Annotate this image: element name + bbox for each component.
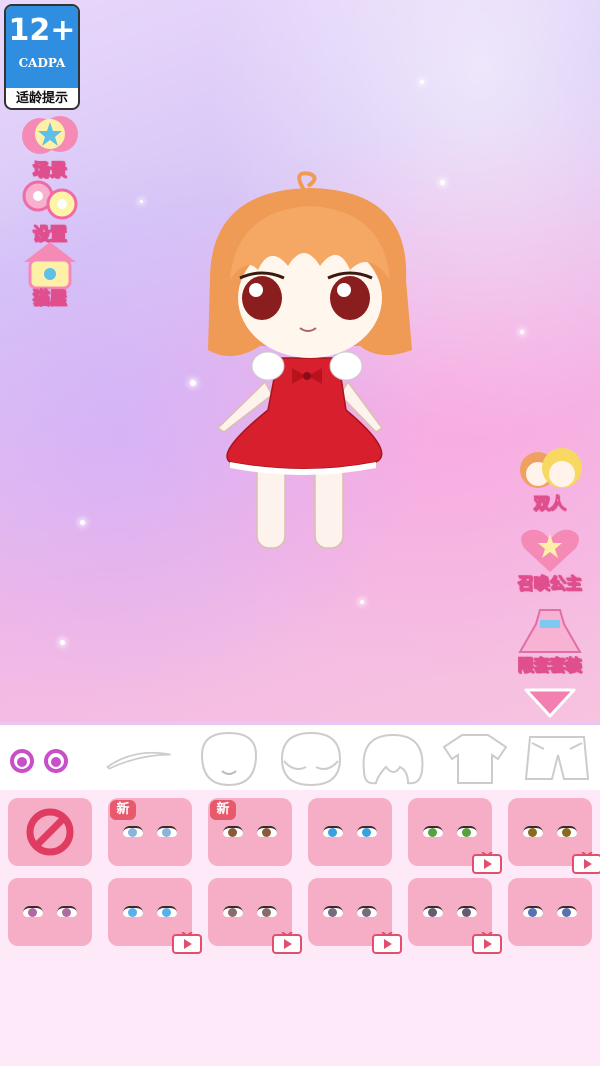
category-head[interactable] [276,731,346,787]
item-eye-4[interactable] [408,798,502,874]
eyebrow-icon [106,751,171,770]
eye-preview [108,826,192,837]
eye-preview [8,906,92,917]
eye-preview [508,906,592,917]
eye-preview [508,826,592,837]
sparkle [360,600,364,604]
item-none[interactable] [8,798,92,866]
settings-button[interactable]: 设置 [12,176,88,246]
item-eye-1[interactable]: 新 [108,798,192,866]
new-badge: 新 [110,800,136,820]
item-eye-3[interactable] [308,798,392,866]
item-eye-10[interactable] [408,878,502,954]
eye-preview [408,906,492,917]
video-ad-icon [472,852,502,874]
item-eye-6[interactable] [8,878,92,946]
item-eye-5[interactable] [508,798,600,874]
cat-house-icon [24,242,76,290]
shirt-icon [442,734,508,784]
video-ad-icon [272,932,302,954]
category-eyebrows[interactable] [104,731,174,787]
category-toolbar [0,722,600,790]
head-icon [280,731,342,787]
sparkle [420,80,424,84]
item-grid: 新 新 [0,790,600,1066]
video-ad-icon [572,852,600,874]
two-player-button[interactable]: 双人 [508,444,592,514]
eye-preview [408,826,492,837]
hair-icon [362,733,424,785]
scene-button[interactable]: 场景 [12,112,88,182]
sparkle [520,330,524,334]
sparkle [80,520,85,525]
cat-house-button[interactable]: 猫屋 [12,240,88,310]
category-hair[interactable] [358,731,428,787]
dressup-scene: 12+ CADPA 适龄提示 场景 设置 猫屋 双人 召唤公主 限套套装 [0,0,600,722]
age-rating-top: 12+ CADPA [6,6,78,88]
sparkle [140,200,143,203]
two-characters-icon [520,448,582,488]
item-eye-11[interactable] [508,878,592,946]
eye-preview [108,906,192,917]
video-ad-icon [172,932,202,954]
collapse-panel-button[interactable] [522,686,578,720]
eye-preview [208,826,292,837]
sparkle [60,640,65,645]
new-badge: 新 [210,800,236,820]
age-rating-org: CADPA [18,56,66,70]
video-ad-icon [372,932,402,954]
face-icon [200,731,258,787]
sparkle [190,380,196,386]
limited-outfit-button[interactable]: 限套套装 [508,606,592,676]
age-rating-number: 12+ [8,13,76,48]
gear-icon [22,180,78,220]
character-doll[interactable] [200,170,420,560]
dress-icon [518,609,582,653]
item-eye-2[interactable]: 新 [208,798,292,866]
limited-outfit-label: 限套套装 [517,656,582,676]
sparkle [440,180,445,185]
star-icon [22,116,78,154]
category-bottom[interactable] [522,731,592,787]
category-face[interactable] [194,731,264,787]
pants-icon [524,736,590,780]
eye-preview [208,906,292,917]
none-icon [26,808,74,856]
item-eye-7[interactable] [108,878,202,954]
item-eye-9[interactable] [308,878,402,954]
summon-heart-icon [521,529,579,572]
age-rating-badge[interactable]: 12+ CADPA 适龄提示 [4,4,80,110]
summon-princess-button[interactable]: 召唤公主 [508,524,592,594]
video-ad-icon [472,932,502,954]
age-rating-tip: 适龄提示 [15,91,68,106]
category-top[interactable] [440,731,510,787]
eye-preview [308,826,392,837]
category-eyes[interactable] [4,731,74,787]
eye-preview [308,906,392,917]
eyes-icon [10,749,68,773]
summon-princess-label: 召唤公主 [517,574,582,594]
item-eye-8[interactable] [208,878,302,954]
